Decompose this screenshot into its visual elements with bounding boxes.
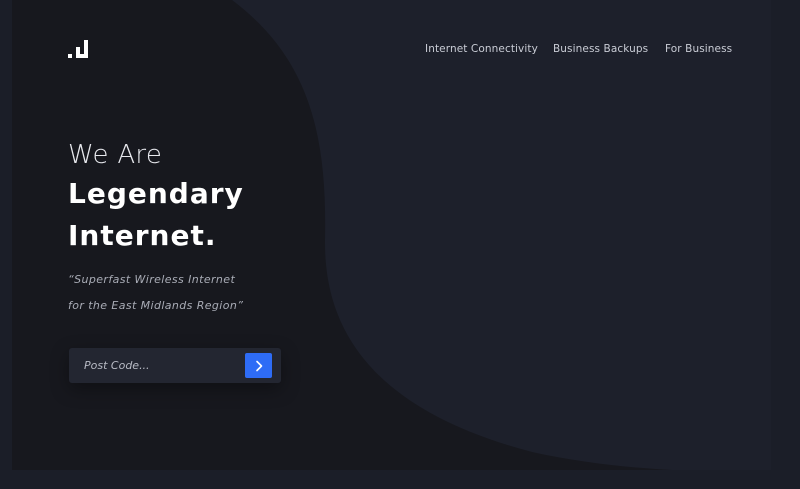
postcode-search-box — [69, 348, 281, 383]
tagline-line-1: “Superfast Wireless Internet — [68, 273, 236, 286]
chevron-right-icon — [255, 360, 262, 371]
hero-intro: We Are — [68, 140, 163, 170]
page-frame: Internet Connectivity Business Backups F… — [12, 0, 771, 470]
brand-logo-icon[interactable] — [68, 40, 92, 60]
nav-business-backups[interactable]: Business Backups — [553, 43, 648, 55]
search-submit-button[interactable] — [245, 353, 272, 378]
postcode-input[interactable] — [69, 348, 239, 383]
nav-internet-connectivity[interactable]: Internet Connectivity — [425, 43, 538, 55]
hero-headline-line-2: Internet. — [68, 219, 217, 252]
hero-headline-line-1: Legendary — [68, 177, 244, 210]
tagline-line-2: for the East Midlands Region” — [68, 299, 244, 312]
nav-for-business[interactable]: For Business — [665, 43, 732, 55]
